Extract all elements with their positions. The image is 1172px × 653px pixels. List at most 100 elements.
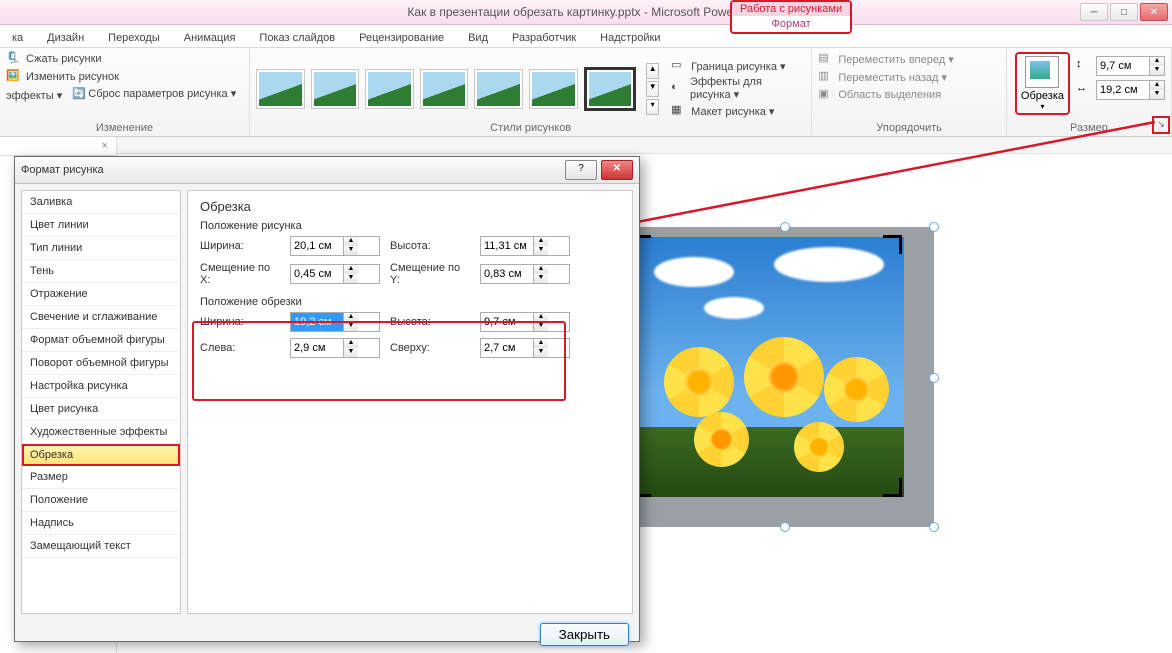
width-input[interactable]: [1097, 81, 1149, 99]
sel-handle[interactable]: [929, 222, 939, 232]
tab-developer[interactable]: Разработчик: [500, 29, 588, 47]
bring-forward-button[interactable]: ▤Переместить вперед ▾: [818, 50, 1000, 68]
crop-icon: [1025, 56, 1059, 88]
style-thumb[interactable]: [256, 69, 305, 109]
tab-animation[interactable]: Анимация: [172, 29, 248, 47]
crop-handle-tr[interactable]: [883, 235, 902, 254]
category-item[interactable]: Тип линии: [22, 237, 180, 260]
style-thumb[interactable]: [474, 69, 523, 109]
style-thumb[interactable]: [365, 69, 414, 109]
style-thumb[interactable]: [584, 67, 637, 111]
category-item[interactable]: Положение: [22, 489, 180, 512]
compress-pictures-button[interactable]: 🗜️Сжать рисунки: [6, 50, 243, 68]
pic-height-spinner[interactable]: ▲▼: [480, 236, 570, 256]
crop-left-spinner[interactable]: ▲▼: [290, 338, 380, 358]
section-crop-position: Положение обрезки: [200, 296, 620, 308]
category-item[interactable]: Размер: [22, 466, 180, 489]
context-tab: Работа с рисунками Формат: [730, 0, 852, 34]
pic-offy-spinner[interactable]: ▲▼: [480, 264, 570, 284]
category-item[interactable]: Художественные эффекты: [22, 421, 180, 444]
category-item[interactable]: Заливка: [22, 191, 180, 214]
sel-handle[interactable]: [780, 522, 790, 532]
style-thumb[interactable]: [529, 69, 578, 109]
picture-layout-button[interactable]: ▦Макет рисунка ▾: [671, 103, 805, 119]
app-title: Как в презентации обрезать картинку.pptx…: [407, 5, 764, 19]
ribbon-tabs: ка Дизайн Переходы Анимация Показ слайдо…: [0, 25, 1172, 48]
reset-picture-button[interactable]: 🔄Сброс параметров рисунка ▾: [72, 87, 236, 103]
ribbon: 🗜️Сжать рисунки 🖼️Изменить рисунок эффек…: [0, 48, 1172, 137]
crop-button[interactable]: Обрезка ▾: [1015, 52, 1070, 115]
tab-view[interactable]: Вид: [456, 29, 500, 47]
panel-close-icon[interactable]: ×: [0, 137, 116, 156]
size-dialog-launcher[interactable]: ↘: [1152, 116, 1170, 134]
width-spinner[interactable]: ▲▼: [1096, 80, 1165, 100]
category-item[interactable]: Свечение и сглаживание: [22, 306, 180, 329]
category-item[interactable]: Настройка рисунка: [22, 375, 180, 398]
category-item[interactable]: Цвет рисунка: [22, 398, 180, 421]
dialog-title: Формат рисунка: [21, 164, 561, 176]
label-crop-width: Ширина:: [200, 316, 280, 328]
category-item[interactable]: Цвет линии: [22, 214, 180, 237]
category-item[interactable]: Тень: [22, 260, 180, 283]
picture-effects-button[interactable]: ◐Эффекты для рисунка ▾: [671, 76, 805, 101]
group-label-size: Размер: [1013, 122, 1165, 136]
tab-generic[interactable]: ка: [0, 29, 35, 47]
send-backward-icon: ▥: [818, 69, 834, 85]
picture-crop-frame[interactable]: [634, 227, 934, 527]
width-icon: ↔: [1076, 82, 1092, 98]
effects-dropdown[interactable]: эффекты ▾: [6, 89, 62, 102]
style-thumb[interactable]: [420, 69, 469, 109]
group-label-styles: Стили рисунков: [256, 122, 805, 136]
crop-height-spinner[interactable]: ▲▼: [480, 312, 570, 332]
crop-top-spinner[interactable]: ▲▼: [480, 338, 570, 358]
effects-icon: ◐: [671, 81, 686, 97]
dialog-help-button[interactable]: ?: [565, 160, 597, 180]
category-item[interactable]: Замещающий текст: [22, 535, 180, 558]
category-item[interactable]: Формат объемной фигуры: [22, 329, 180, 352]
category-item[interactable]: Поворот объемной фигуры: [22, 352, 180, 375]
style-thumb[interactable]: [311, 69, 360, 109]
dialog-titlebar[interactable]: Формат рисунка ? ✕: [15, 157, 639, 184]
tab-design[interactable]: Дизайн: [35, 29, 96, 47]
label-crop-left: Слева:: [200, 342, 280, 354]
crop-width-spinner[interactable]: ▲▼: [290, 312, 380, 332]
category-item[interactable]: Обрезка: [22, 444, 180, 466]
maximize-button[interactable]: □: [1110, 3, 1138, 21]
picture-border-button[interactable]: ▭Граница рисунка ▾: [671, 58, 805, 74]
change-picture-button[interactable]: 🖼️Изменить рисунок: [6, 68, 243, 86]
content-heading: Обрезка: [200, 199, 620, 214]
dialog-content: Обрезка Положение рисунка Ширина: ▲▼ Выс…: [187, 190, 633, 614]
category-item[interactable]: Надпись: [22, 512, 180, 535]
label-offy: Смещение по Y:: [390, 262, 470, 286]
close-window-button[interactable]: ✕: [1140, 3, 1168, 21]
minimize-button[interactable]: ─: [1080, 3, 1108, 21]
dialog-close-button[interactable]: ✕: [601, 160, 633, 180]
height-input[interactable]: [1097, 57, 1149, 75]
sel-handle[interactable]: [929, 373, 939, 383]
pic-width-spinner[interactable]: ▲▼: [290, 236, 380, 256]
dialog-close-action-button[interactable]: Закрыть: [540, 623, 629, 646]
layout-icon: ▦: [671, 103, 687, 119]
sel-handle[interactable]: [780, 222, 790, 232]
border-icon: ▭: [671, 58, 687, 74]
crop-handle-br[interactable]: [883, 478, 902, 497]
send-backward-button[interactable]: ▥Переместить назад ▾: [818, 68, 1000, 86]
reset-icon: 🔄: [72, 87, 88, 103]
tab-transitions[interactable]: Переходы: [96, 29, 172, 47]
context-tab-title: Работа с рисунками: [732, 2, 850, 16]
pic-offx-spinner[interactable]: ▲▼: [290, 264, 380, 284]
category-item[interactable]: Отражение: [22, 283, 180, 306]
format-picture-dialog: Формат рисунка ? ✕ ЗаливкаЦвет линииТип …: [14, 156, 640, 642]
label-height: Высота:: [390, 240, 470, 252]
tab-slideshow[interactable]: Показ слайдов: [247, 29, 347, 47]
tab-format[interactable]: Формат: [732, 16, 850, 32]
styles-scroll[interactable]: ▲▼▾: [646, 63, 659, 115]
sel-handle[interactable]: [929, 522, 939, 532]
selection-pane-button[interactable]: ▣Область выделения: [818, 86, 1000, 104]
tab-review[interactable]: Рецензирование: [347, 29, 456, 47]
compress-icon: 🗜️: [6, 51, 22, 67]
height-icon: ↕: [1076, 58, 1092, 74]
picture[interactable]: [634, 237, 904, 497]
height-spinner[interactable]: ▲▼: [1096, 56, 1165, 76]
tab-addins[interactable]: Надстройки: [588, 29, 672, 47]
